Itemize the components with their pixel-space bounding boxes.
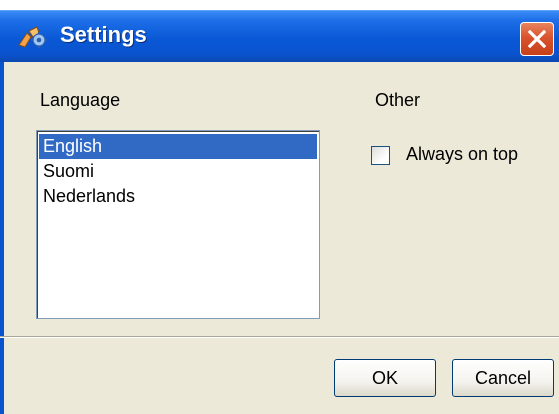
language-label: Language	[40, 90, 121, 110]
footer-separator	[0, 336, 559, 338]
window-title: Settings	[60, 22, 147, 47]
other-label: Other	[375, 90, 421, 110]
settings-app-icon	[17, 25, 49, 51]
always-on-top-checkbox[interactable]	[371, 146, 390, 165]
background-strip	[0, 0, 559, 10]
language-listbox[interactable]: English Suomi Nederlands	[36, 130, 320, 319]
settings-dialog: Settings Language English Suomi Nederlan…	[0, 0, 559, 414]
cancel-button[interactable]: Cancel	[452, 359, 554, 397]
title-bar[interactable]: Settings	[0, 10, 559, 62]
close-button[interactable]	[520, 22, 554, 56]
list-item-nederlands[interactable]: Nederlands	[39, 184, 317, 209]
always-on-top-label: Always on top	[406, 144, 519, 164]
window-border	[0, 62, 4, 414]
ok-button[interactable]: OK	[334, 359, 436, 397]
list-item-english[interactable]: English	[39, 134, 317, 159]
list-item-suomi[interactable]: Suomi	[39, 159, 317, 184]
